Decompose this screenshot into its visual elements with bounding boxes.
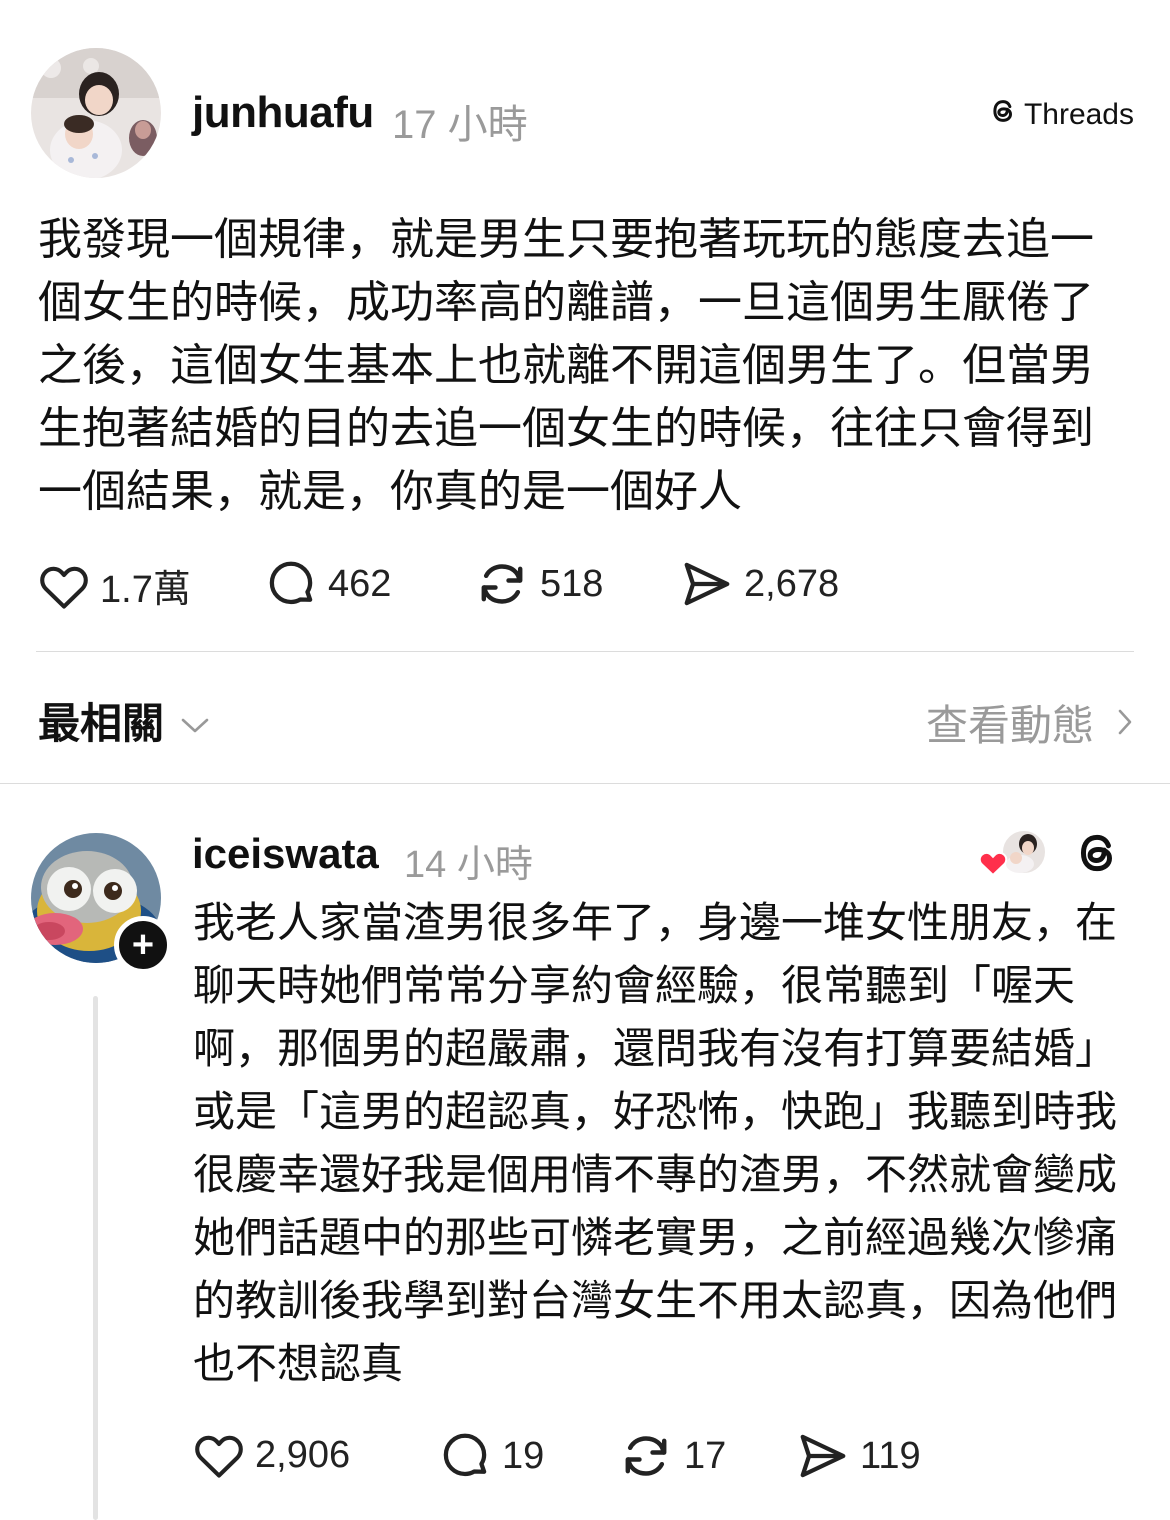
heart-icon	[38, 561, 90, 611]
reply-comment-button[interactable]: 19	[438, 1430, 544, 1482]
chevron-down-icon	[180, 697, 210, 745]
comment-count: 462	[328, 562, 392, 605]
comment-button[interactable]: 462	[264, 558, 391, 610]
reply-like-count: 2,906	[255, 1433, 351, 1476]
sort-dropdown[interactable]: 最相關	[38, 690, 210, 751]
section-divider	[0, 783, 1170, 784]
share-button[interactable]: 2,678	[680, 558, 839, 610]
repost-icon	[618, 1430, 674, 1482]
reply-time: 14 小時	[404, 844, 533, 886]
threads-label: Threads	[1023, 98, 1134, 131]
threads-reply-icon[interactable]	[1072, 828, 1122, 883]
author-liked-indicator	[976, 826, 1048, 882]
reply-body: 我老人家當渣男很多年了，身邊一堆女性朋友，在聊天時她們常常分享約會經驗，很常聽到…	[193, 899, 1118, 1387]
reply-repost-button[interactable]: 17	[618, 1430, 726, 1482]
like-count: 1.7萬	[100, 569, 191, 611]
author-avatar[interactable]	[31, 48, 161, 178]
repost-icon	[474, 558, 530, 610]
post-body: 我發現一個規律，就是男生只要抱著玩玩的態度去追一個女生的時候，成功率高的離譜，一…	[38, 215, 1094, 516]
divider	[36, 651, 1134, 652]
reply-like-button[interactable]: 2,906	[193, 1430, 350, 1480]
heart-icon	[193, 1430, 245, 1480]
send-icon	[680, 558, 734, 610]
author-username[interactable]: junhuafu	[192, 88, 374, 138]
reply-username[interactable]: iceiswata	[192, 830, 379, 878]
plus-icon: +	[131, 924, 155, 966]
threads-brand[interactable]: Threads	[988, 96, 1134, 134]
like-button[interactable]: 1.7萬	[38, 558, 191, 613]
repost-count: 518	[540, 562, 604, 605]
thread-connector-line	[93, 996, 98, 1520]
reply-share-button[interactable]: 119	[796, 1430, 921, 1482]
chevron-right-icon	[1116, 699, 1134, 747]
share-count: 2,678	[744, 562, 840, 605]
comment-icon	[264, 558, 318, 610]
reply-share-count: 119	[860, 1434, 921, 1477]
comment-icon	[438, 1430, 492, 1482]
view-activity-link[interactable]: 查看動態	[926, 692, 1134, 753]
follow-button[interactable]: +	[114, 916, 172, 974]
reply-repost-count: 17	[684, 1434, 727, 1477]
send-icon	[796, 1430, 850, 1482]
threads-logo-icon	[988, 96, 1018, 134]
sort-label: 最相關	[38, 700, 165, 747]
reply-comment-count: 19	[502, 1434, 545, 1477]
repost-button[interactable]: 518	[474, 558, 603, 610]
post-time: 17 小時	[392, 103, 528, 147]
view-activity-label: 查看動態	[925, 702, 1094, 749]
